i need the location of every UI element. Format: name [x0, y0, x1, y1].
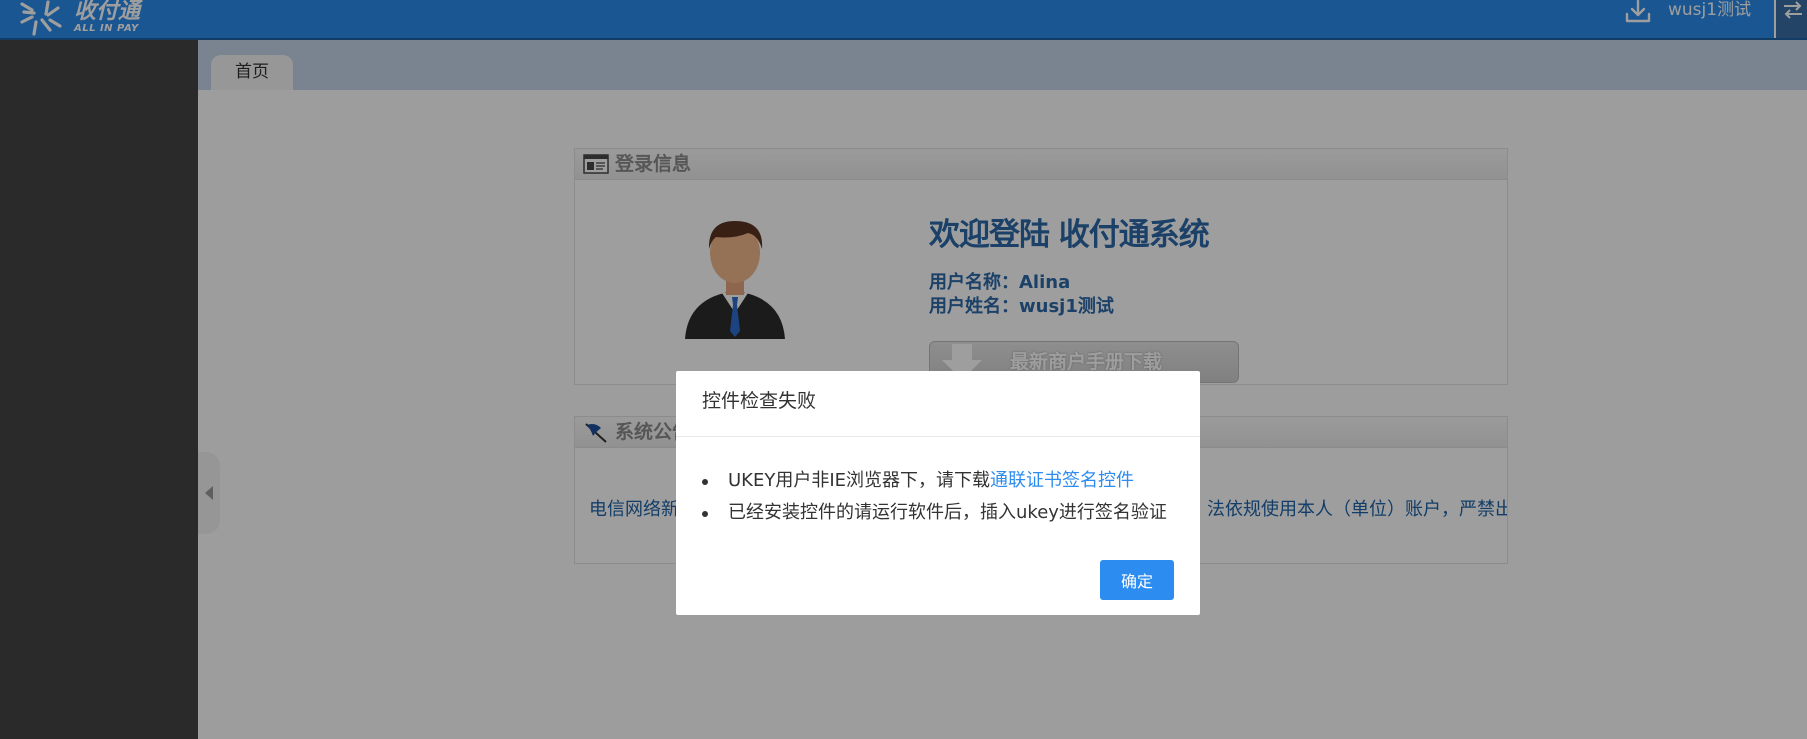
dialog-message-list: UKEY用户非IE浏览器下，请下载通联证书签名控件 已经安装控件的请运行软件后，… [702, 465, 1200, 529]
dialog-body: UKEY用户非IE浏览器下，请下载通联证书签名控件 已经安装控件的请运行软件后，… [676, 437, 1200, 529]
dialog-message-item: UKEY用户非IE浏览器下，请下载通联证书签名控件 [702, 465, 1200, 497]
dialog-title: 控件检查失败 [676, 371, 1200, 437]
dialog-line1-text: UKEY用户非IE浏览器下，请下载 [728, 470, 991, 491]
control-check-dialog: 控件检查失败 UKEY用户非IE浏览器下，请下载通联证书签名控件 已经安装控件的… [676, 371, 1200, 615]
confirm-button[interactable]: 确定 [1100, 560, 1174, 600]
dialog-message-item: 已经安装控件的请运行软件后，插入ukey进行签名验证 [702, 497, 1200, 529]
download-control-link[interactable]: 通联证书签名控件 [990, 470, 1134, 491]
modal-overlay[interactable] [0, 0, 1807, 739]
